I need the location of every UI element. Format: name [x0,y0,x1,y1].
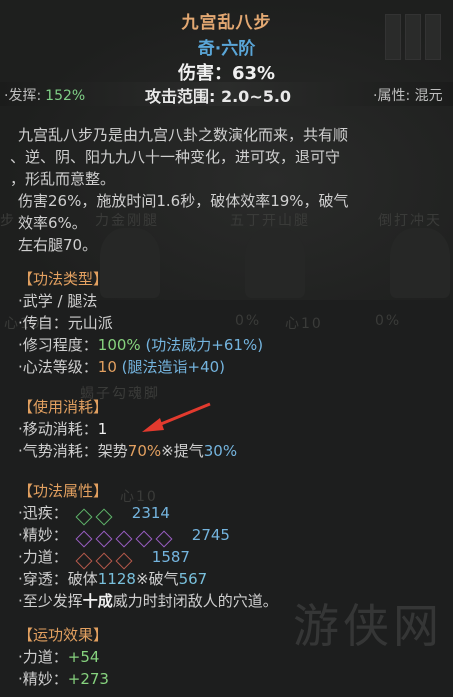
finesse-value: 2745 [191,526,230,544]
qi-breath-label: 提气 [173,442,204,460]
effect-section: 【运功效果】 ·力道：+54 ·精妙：+273 [18,624,109,690]
finesse-diamond-icon [135,530,153,547]
note-emphasis: 十成 [82,592,113,610]
power-diamonds [74,551,134,569]
power-value: 1587 [151,548,190,566]
power-diamond-icon [95,552,113,569]
pierce-qi-label: 破气 [148,570,179,588]
heart-label: ·心法等级： [18,358,98,376]
qi-cost-label: ·气势消耗： [18,442,98,460]
speed-diamonds [74,507,114,525]
pierce-body-label: 破体 [67,570,98,588]
effect-section-header: 【运功效果】 [18,626,109,644]
site-watermark: 游侠网 [293,599,443,653]
power-diamond-icon [115,552,133,569]
finesse-diamonds [74,529,174,547]
practice-extra: (功法威力+61%) [145,336,264,354]
ghost-label: 0% [375,313,402,329]
effect-power-row: ·力道：+54 [18,646,109,668]
ghost-label: 心10 [285,316,323,332]
origin-row: ·传自：元山派 [18,314,113,332]
finesse-row: ·精妙： 2745 [18,524,278,547]
skill-description: 九宫乱八步乃是由九宫八卦之数演化而来，共有顺 、逆、阴、阳九九八十一种变化，进可… [10,124,453,256]
qi-stance-value: 70% [127,442,162,460]
note-suffix: 威力时封闭敌人的穴道。 [112,592,278,610]
speed-row: ·迅疾： 2314 [18,502,278,525]
description-line: 伤害26%，施放时间1.6秒，破体效率19%，破气 [18,192,349,210]
speed-value: 2314 [131,504,170,522]
pierce-qi-value: 567 [178,570,208,588]
finesse-diamond-icon [155,530,173,547]
perform-stat: ·发挥: 152% [4,85,85,105]
effect-finesse-label: ·精妙： [18,670,68,688]
heart-value: 10 [97,358,117,376]
speed-label: ·迅疾： [18,504,68,522]
heart-extra: (腿法造诣+40) [121,358,226,376]
type-section: 【功法类型】 ·武学 / 腿法 ·传自：元山派 ·修习程度：100% (功法威力… [18,268,263,378]
description-line: 左右腿70。 [18,236,98,254]
practice-row: ·修习程度：100% (功法威力+61%) [18,334,263,356]
finesse-diamond-icon [115,530,133,547]
pierce-separator: ※ [135,570,149,588]
qi-cost-row: ·气势消耗：架势70%※提气30% [18,440,237,462]
power-label: ·力道： [18,548,68,566]
description-line: 九宫乱八步乃是由九宫八卦之数演化而来，共有顺 [18,126,349,144]
skill-title: 九宫乱八步 [181,13,272,33]
effect-note-row: ·至少发挥十成威力时封闭敌人的穴道。 [18,590,278,612]
effect-power-value: +54 [67,648,100,666]
attribute-stat: ·属性: 混元 [373,88,443,104]
perform-value: 152% [45,88,86,104]
pierce-row: ·穿透：破体1128※破气567 [18,568,278,590]
move-cost-value: 1 [97,420,108,438]
finesse-diamond-icon [75,530,93,547]
qi-separator: ※ [161,442,174,460]
finesse-diamond-icon [95,530,113,547]
ghost-label: 步 [0,213,16,229]
qi-stance-label: 架势 [97,442,128,460]
power-row: ·力道： 1587 [18,546,278,569]
type-section-header: 【功法类型】 [18,270,109,288]
effect-finesse-value: +273 [67,670,109,688]
finesse-label: ·精妙： [18,526,68,544]
power-diamond-icon [75,552,93,569]
pierce-body-value: 1128 [97,570,136,588]
effect-power-label: ·力道： [18,648,68,666]
attribute-section: 【功法属性】 ·迅疾： 2314 ·精妙： 2745 ·力道： 1587 ·穿透：破体… [18,480,278,612]
stat-bar: ·发挥: 152% 攻击范围: 2.0~5.0 ·属性: 混元 [0,82,453,106]
description-line: ，形乱而意整。 [10,170,116,188]
skill-rank: 奇·六阶 [197,39,256,59]
note-prefix: ·至少发挥 [18,592,83,610]
annotation-arrow-icon [142,402,211,432]
attribute-section-header: 【功法属性】 [18,482,109,500]
speed-diamond-icon [95,508,113,525]
effect-finesse-row: ·精妙：+273 [18,668,109,690]
perform-label: ·发挥: [4,88,42,104]
speed-diamond-icon [75,508,93,525]
heart-row: ·心法等级：10 (腿法造诣+40) [18,356,263,378]
move-cost-label: ·移动消耗： [18,420,98,438]
practice-value: 100% [97,336,141,354]
description-line: 效率6%。 [18,214,87,232]
practice-label: ·修习程度： [18,336,98,354]
description-line: 、逆、阴、阳九九八十一种变化，进可攻，退可守 [10,148,341,166]
category-row: ·武学 / 腿法 [18,292,98,310]
attack-range: 攻击范围: 2.0~5.0 [145,87,292,106]
pierce-label: ·穿透： [18,570,68,588]
qi-breath-value: 30% [203,442,238,460]
